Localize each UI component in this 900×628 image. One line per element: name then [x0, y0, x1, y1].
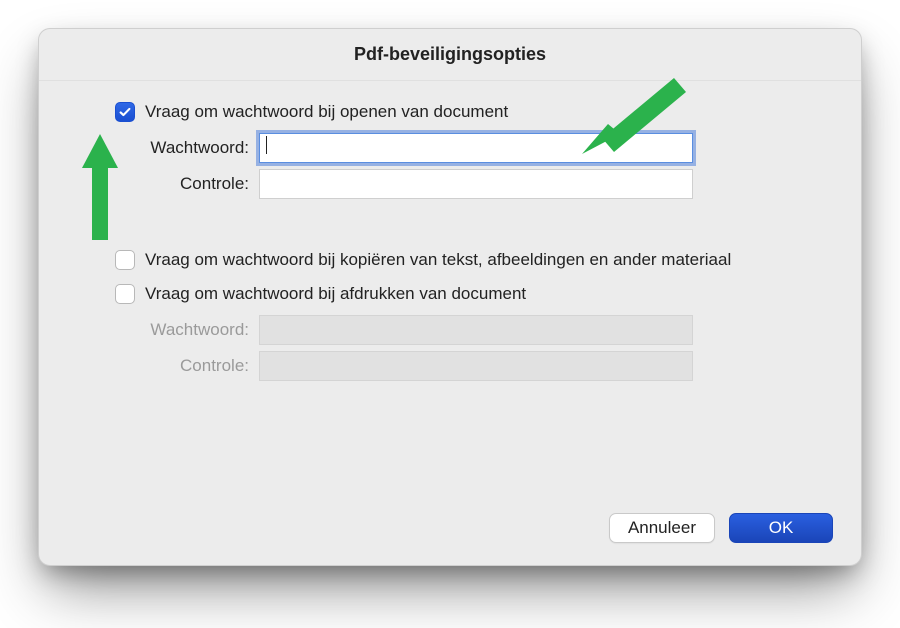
perm-password-row: Wachtwoord: — [69, 315, 831, 345]
dialog-button-row: Annuleer OK — [609, 513, 833, 543]
dialog-content: Vraag om wachtwoord bij openen van docum… — [39, 81, 861, 381]
perm-verify-row: Controle: — [69, 351, 831, 381]
perm-password-label: Wachtwoord: — [69, 320, 259, 340]
require-password-open-label: Vraag om wachtwoord bij openen van docum… — [145, 99, 508, 125]
open-password-label: Wachtwoord: — [69, 138, 259, 158]
require-password-print-label: Vraag om wachtwoord bij afdrukken van do… — [145, 281, 526, 307]
perm-verify-label: Controle: — [69, 356, 259, 376]
open-verify-row: Controle: — [69, 169, 831, 199]
require-password-copy-row: Vraag om wachtwoord bij kopiëren van tek… — [69, 247, 831, 273]
perm-password-input — [259, 315, 693, 345]
open-password-group: Vraag om wachtwoord bij openen van docum… — [69, 99, 831, 199]
text-caret-icon — [266, 136, 267, 154]
require-password-print-checkbox[interactable] — [115, 284, 135, 304]
pdf-security-dialog: Pdf-beveiligingsopties Vraag om wachtwoo… — [38, 28, 862, 566]
open-password-row: Wachtwoord: — [69, 133, 831, 163]
open-verify-label: Controle: — [69, 174, 259, 194]
ok-button[interactable]: OK — [729, 513, 833, 543]
require-password-print-row: Vraag om wachtwoord bij afdrukken van do… — [69, 281, 831, 307]
open-password-input[interactable] — [259, 133, 693, 163]
permissions-password-group: Vraag om wachtwoord bij kopiëren van tek… — [69, 247, 831, 381]
open-verify-input[interactable] — [259, 169, 693, 199]
cancel-button[interactable]: Annuleer — [609, 513, 715, 543]
checkmark-icon — [118, 105, 132, 119]
require-password-copy-checkbox[interactable] — [115, 250, 135, 270]
perm-verify-input — [259, 351, 693, 381]
require-password-copy-label: Vraag om wachtwoord bij kopiëren van tek… — [145, 247, 731, 273]
require-password-open-row: Vraag om wachtwoord bij openen van docum… — [69, 99, 831, 125]
require-password-open-checkbox[interactable] — [115, 102, 135, 122]
dialog-title: Pdf-beveiligingsopties — [39, 29, 861, 81]
